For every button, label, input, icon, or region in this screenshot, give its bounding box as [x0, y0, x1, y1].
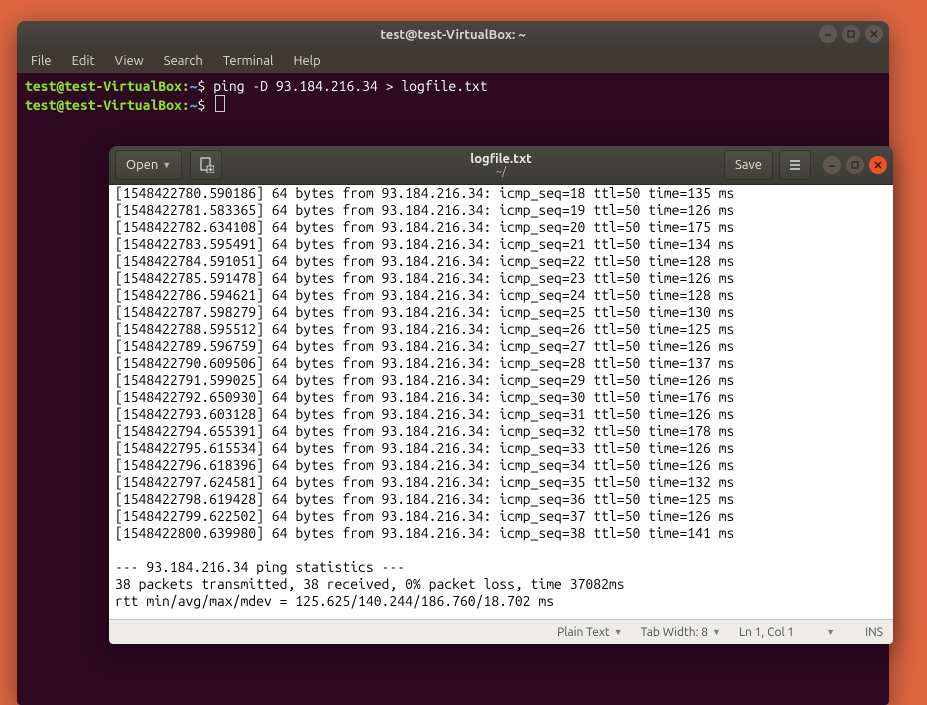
hamburger-icon [788, 158, 802, 172]
chevron-down-icon: ▼ [162, 160, 171, 170]
maximize-button[interactable] [842, 25, 860, 43]
menu-item-terminal[interactable]: Terminal [215, 52, 282, 70]
minimize-button[interactable] [823, 156, 841, 174]
tab-width-label: Tab Width: 8 [641, 626, 708, 639]
minimize-button[interactable] [819, 25, 837, 43]
gedit-statusbar: Plain Text ▼ Tab Width: 8 ▼ Ln 1, Col 1 … [109, 619, 893, 644]
prompt-user-2: test@test-VirtualBox [25, 97, 182, 113]
prompt-user: test@test-VirtualBox [25, 78, 182, 94]
open-button[interactable]: Open ▼ [115, 150, 182, 180]
cursor-position[interactable]: Ln 1, Col 1 ▼ [733, 626, 841, 639]
maximize-button[interactable] [846, 156, 864, 174]
gedit-headerbar[interactable]: Open ▼ logfile.txt ~/ Save [109, 146, 893, 185]
menu-item-help[interactable]: Help [285, 52, 328, 70]
terminal-title-text: test@test-VirtualBox: ~ [380, 28, 525, 42]
syntax-label: Plain Text [557, 626, 610, 639]
syntax-selector[interactable]: Plain Text ▼ [551, 626, 628, 639]
prompt-path: ~ [190, 78, 198, 94]
tab-width-selector[interactable]: Tab Width: 8 ▼ [635, 626, 727, 639]
terminal-window-controls [819, 25, 883, 43]
gedit-filepath: ~/ [496, 166, 506, 178]
chevron-down-icon: ▼ [614, 627, 623, 637]
editor-content[interactable]: [1548422780.590186] 64 bytes from 93.184… [109, 185, 893, 619]
menu-item-view[interactable]: View [107, 52, 152, 70]
terminal-titlebar[interactable]: test@test-VirtualBox: ~ [17, 21, 889, 49]
terminal-command: ping -D 93.184.216.34 > logfile.txt [213, 78, 487, 94]
chevron-down-icon: ▼ [712, 627, 721, 637]
open-button-label: Open [126, 158, 158, 172]
close-button[interactable] [869, 156, 887, 174]
new-doc-icon [198, 157, 214, 173]
cursor-pos-label: Ln 1, Col 1 [739, 626, 794, 639]
gedit-window: Open ▼ logfile.txt ~/ Save [109, 146, 893, 644]
chevron-down-icon: ▼ [826, 627, 835, 637]
menu-item-search[interactable]: Search [156, 52, 211, 70]
prompt-path-2: ~ [190, 97, 198, 113]
new-document-button[interactable] [190, 150, 222, 180]
save-button[interactable]: Save [724, 150, 773, 180]
terminal-menubar: FileEditViewSearchTerminalHelp [17, 49, 889, 73]
insert-mode-indicator[interactable]: INS [865, 626, 883, 639]
menu-item-edit[interactable]: Edit [64, 52, 103, 70]
gedit-filename: logfile.txt [470, 152, 531, 166]
menu-item-file[interactable]: File [23, 52, 60, 70]
hamburger-menu-button[interactable] [779, 150, 811, 180]
gedit-window-controls [823, 156, 887, 174]
close-button[interactable] [865, 25, 883, 43]
terminal-cursor [215, 95, 225, 112]
save-button-label: Save [735, 158, 762, 172]
